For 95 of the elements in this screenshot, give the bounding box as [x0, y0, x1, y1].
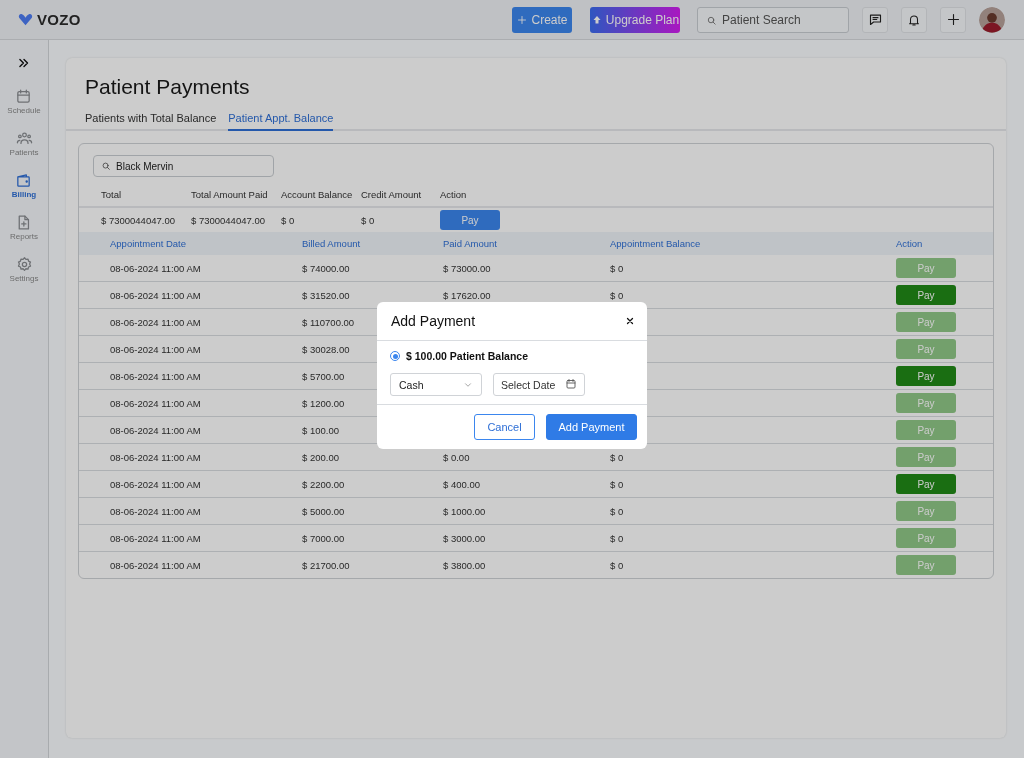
table-cell: 08-06-2024 11:00 AM: [110, 505, 201, 517]
table-cell: $ 1000.00: [443, 505, 486, 517]
table-cell: 08-06-2024 11:00 AM: [110, 289, 201, 301]
table-cell: $ 73000.00: [443, 262, 491, 274]
column-header: Billed Amount: [302, 238, 362, 249]
table-cell: $ 7000.00: [302, 532, 345, 544]
patient-search-field[interactable]: Patient Search: [697, 6, 849, 33]
table-cell-text: $ 7300044047.00: [191, 214, 266, 226]
add-button[interactable]: [940, 6, 966, 33]
chat-button[interactable]: [862, 6, 888, 33]
table-cell: $ 0: [610, 478, 624, 490]
table-cell: $ 0: [610, 559, 624, 571]
cancel-button[interactable]: Cancel: [474, 414, 535, 440]
table-cell: 08-06-2024 11:00 AM: [110, 397, 201, 409]
table-cell: $ 0.00: [443, 451, 470, 463]
table-cell: $ 5000.00: [302, 505, 345, 517]
table-cell: $ 5700.00: [302, 370, 345, 382]
table-cell-text: $ 7300044047.00: [101, 214, 176, 226]
avatar[interactable]: [979, 6, 1005, 33]
search-icon: [706, 14, 717, 26]
table-cell: 08-06-2024 11:00 AM: [110, 316, 201, 328]
sidebar-item[interactable]: Billing: [11, 172, 37, 206]
column-header: Account Balance: [281, 189, 354, 200]
create-button[interactable]: Create: [512, 6, 572, 33]
table-cell: 08-06-2024 11:00 AM: [110, 478, 201, 490]
column-header: Credit Amount: [361, 189, 423, 200]
expand-chevrons-icon[interactable]: [17, 56, 31, 70]
table-cell: 08-06-2024 11:00 AM: [110, 262, 201, 274]
date-field[interactable]: Select Date: [493, 373, 585, 396]
table-cell: $ 21700.00: [302, 559, 350, 571]
tab[interactable]: Patient Appt. Balance: [228, 108, 334, 131]
wallet-icon: [15, 172, 33, 189]
pay-button[interactable]: Pay: [440, 210, 500, 230]
table-cell: $ 3800.00: [443, 559, 486, 571]
table-cell: 08-06-2024 11:00 AM: [110, 343, 201, 355]
gear-icon: [15, 256, 33, 273]
table-cell: $ 1200.00: [302, 397, 345, 409]
notifications-button[interactable]: [901, 6, 927, 33]
people-icon: [15, 130, 33, 147]
table-cell: $ 0: [610, 451, 624, 463]
heart-logo-icon: [17, 11, 34, 28]
column-header: Appointment Balance: [610, 238, 702, 249]
option-label: $ 100.00 Patient Balance: [406, 350, 528, 362]
table-cell: $ 31520.00: [302, 289, 350, 301]
table-cell: $ 30028.00: [302, 343, 350, 355]
table-cell: 08-06-2024 11:00 AM: [110, 451, 201, 463]
pay-button[interactable]: Pay: [896, 366, 956, 386]
message-icon: [867, 12, 883, 27]
table-cell: $ 110700.00: [302, 316, 355, 328]
balance-option[interactable]: $ 100.00 Patient Balance: [390, 347, 528, 365]
add-payment-button[interactable]: Add Payment: [546, 414, 637, 440]
calendar-icon: [15, 88, 33, 105]
table-cell: $ 0: [610, 289, 624, 301]
table-cell: $ 2200.00: [302, 478, 345, 490]
close-button[interactable]: [625, 316, 635, 326]
column-header: Appointment Date: [110, 238, 188, 249]
tab[interactable]: Patients with Total Balance: [85, 108, 217, 131]
table-cell: $ 17620.00: [443, 289, 491, 301]
sidebar-item[interactable]: Reports: [10, 214, 38, 248]
table-cell: 08-06-2024 11:00 AM: [110, 532, 201, 544]
table-cell: $ 400.00: [443, 478, 480, 490]
close-icon: [625, 316, 635, 326]
table-cell-text: $ 0: [361, 214, 376, 226]
table-cell: $ 3000.00: [443, 532, 486, 544]
pay-button[interactable]: Pay: [896, 285, 956, 305]
table-cell: 08-06-2024 11:00 AM: [110, 370, 201, 382]
column-header: Total Amount Paid: [191, 189, 269, 200]
patient-filter-field[interactable]: Black Mervin: [93, 155, 274, 177]
dialog-title: Add Payment: [391, 313, 476, 329]
sidebar-item[interactable]: Settings: [9, 256, 39, 290]
sidebar-item[interactable]: Patients: [9, 130, 39, 164]
search-icon: [101, 161, 111, 171]
plus-icon: [945, 12, 961, 27]
column-header: Action: [896, 238, 924, 249]
pay-button[interactable]: Pay: [896, 474, 956, 494]
column-header: Total: [101, 189, 123, 200]
plus-icon: [516, 13, 529, 26]
table-cell: $ 0: [610, 532, 624, 544]
table-cell: $ 0: [610, 262, 624, 274]
sidebar-item[interactable]: Schedule: [7, 88, 41, 122]
table-cell: 08-06-2024 11:00 AM: [110, 559, 201, 571]
bell-icon: [907, 12, 921, 27]
table-cell: 08-06-2024 11:00 AM: [110, 424, 201, 436]
calendar-icon: [565, 378, 577, 390]
table-cell-text: $ 0: [281, 214, 296, 226]
table-cell: $ 0: [610, 505, 624, 517]
payment-method-dropdown[interactable]: Cash: [390, 373, 482, 396]
upgrade-plan-button[interactable]: Upgrade Plan: [590, 6, 680, 33]
column-header: Paid Amount: [443, 238, 498, 249]
table-cell: $ 74000.00: [302, 262, 350, 274]
column-header: Action: [440, 189, 468, 200]
table-cell: $ 100.00: [302, 424, 339, 436]
app-logo: VOZO: [37, 11, 81, 28]
page-title: Patient Payments: [85, 74, 251, 100]
table-cell: $ 200.00: [302, 451, 339, 463]
